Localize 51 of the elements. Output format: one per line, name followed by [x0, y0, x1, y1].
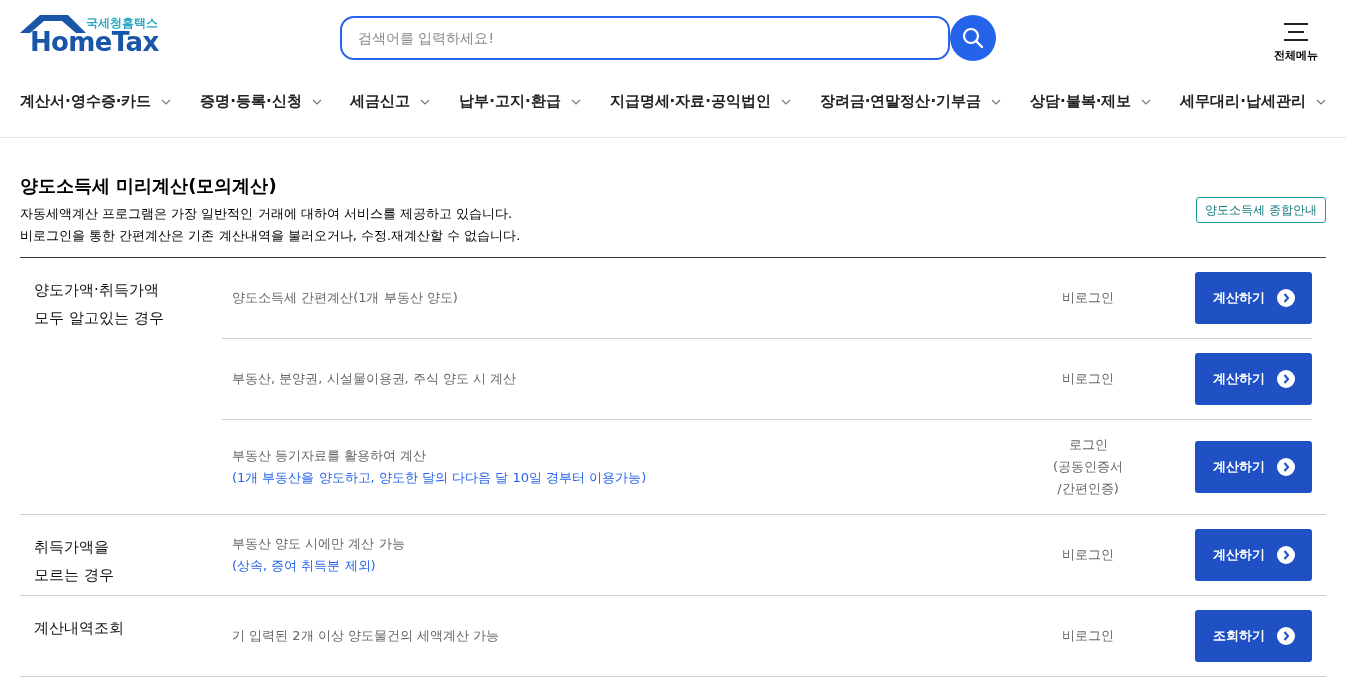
chevron-down-icon — [570, 98, 581, 105]
guide-button[interactable]: 양도소득세 종합안내 — [1196, 197, 1326, 223]
search-field[interactable]: 검색어를 입력하세요! — [340, 16, 950, 60]
chevron-down-icon — [1315, 98, 1326, 105]
menu-icon — [1284, 21, 1308, 42]
action-button[interactable]: 계산하기 — [1195, 441, 1312, 493]
note-text: (1개 부동산을 양도하고, 양도한 달의 다다음 달 10일 경부터 이용가능) — [232, 469, 648, 487]
search-button[interactable] — [950, 15, 996, 61]
note-text: (상속, 증여 취득분 제외) — [232, 557, 377, 575]
login-requirement: 로그인 (공동인증서 /간편인증) — [1051, 436, 1125, 498]
chevron-right-circle-icon — [1276, 627, 1295, 645]
chevron-right-circle-icon — [1276, 458, 1295, 476]
chevron-down-icon — [1141, 98, 1152, 105]
description-text: 양도소득세 간편계산(1개 부동산 양도) — [232, 289, 459, 307]
login-requirement: 비로그인 — [1061, 370, 1115, 388]
login-requirement: 비로그인 — [1061, 289, 1115, 307]
nav-menu-item[interactable]: 계산서·영수증·카드 — [20, 90, 172, 113]
chevron-right-circle-icon — [1276, 370, 1295, 388]
nav-menu-item[interactable]: 세금신고 — [350, 90, 431, 113]
action-button[interactable]: 계산하기 — [1195, 353, 1312, 405]
page-title: 양도소득세 미리계산(모의계산) — [20, 174, 278, 198]
all-menu-button[interactable]: 전체메뉴 — [1274, 21, 1318, 65]
chevron-down-icon — [161, 98, 172, 105]
login-requirement: 비로그인 — [1061, 627, 1115, 645]
nav-menu-item[interactable]: 지급명세·자료·공익법인 — [609, 90, 791, 113]
category-label: 취득가액을 모르는 경우 — [33, 537, 115, 586]
login-requirement: 비로그인 — [1061, 546, 1115, 564]
description-text: 기 입력된 2개 이상 양도물건의 세액계산 가능 — [232, 627, 501, 645]
chevron-right-circle-icon — [1276, 289, 1295, 307]
nav-menu-item[interactable]: 납부·고지·환급 — [459, 90, 581, 113]
notice-text: 자동세액계산 프로그램은 가장 일반적인 거래에 대하여 서비스를 제공하고 있습니다. — [20, 205, 514, 223]
chevron-down-icon — [311, 98, 322, 105]
chevron-down-icon — [991, 98, 1002, 105]
description-text: 부동산 양도 시에만 계산 가능 — [232, 535, 406, 553]
logo-subtitle: 국세청홈택스 — [86, 15, 158, 31]
action-button[interactable]: 조회하기 — [1195, 610, 1312, 662]
category-label: 양도가액·취득가액 모두 알고있는 경우 — [33, 280, 165, 329]
chevron-down-icon — [780, 98, 791, 105]
chevron-right-circle-icon — [1276, 546, 1295, 564]
description-text: 부동산, 분양권, 시설물이용권, 주식 양도 시 계산 — [232, 370, 518, 388]
action-button[interactable]: 계산하기 — [1195, 529, 1312, 581]
search-icon — [962, 27, 984, 49]
description-text: 부동산 등기자료를 활용하여 계산 — [232, 447, 428, 465]
nav-menu-item[interactable]: 증명·등록·신청 — [200, 90, 322, 113]
action-button[interactable]: 계산하기 — [1195, 272, 1312, 324]
notice-text: 비로그인을 통한 간편계산은 기존 계산내역을 불러오거나, 수정.재계산할 수 없습니다. — [20, 227, 521, 245]
category-label: 계산내역조회 — [33, 618, 125, 639]
chevron-down-icon — [420, 98, 431, 105]
nav-menu-item[interactable]: 상담·불복·제보 — [1030, 90, 1152, 113]
nav-menu-item[interactable]: 세무대리·납세관리 — [1180, 90, 1326, 113]
nav-menu-item[interactable]: 장려금·연말정산·기부금 — [819, 90, 1002, 113]
